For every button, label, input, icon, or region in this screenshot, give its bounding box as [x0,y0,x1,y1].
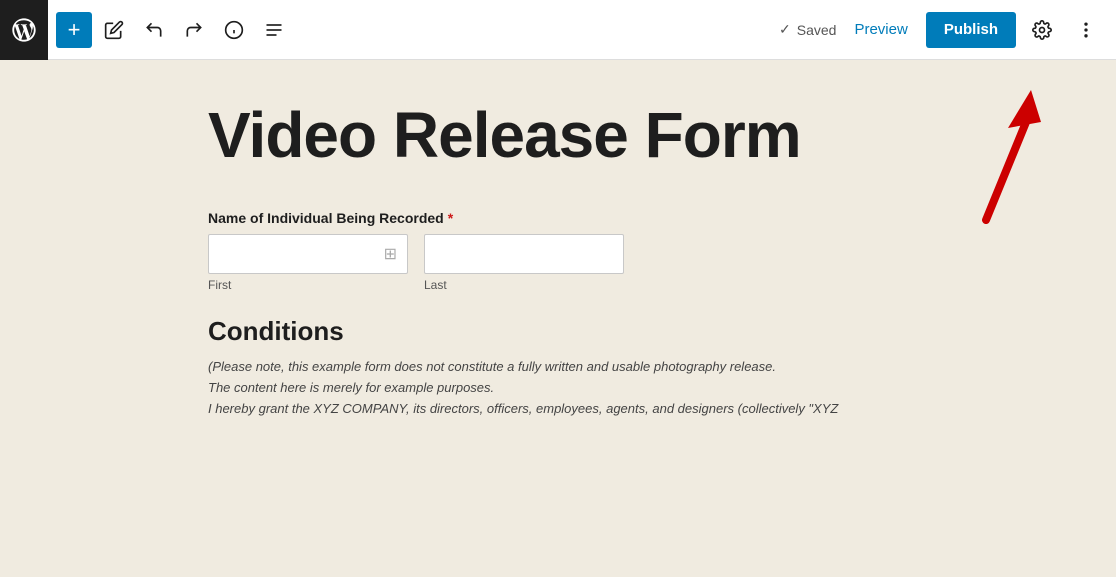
name-field-section: Name of Individual Being Recorded * ⊞ Fi… [208,210,908,292]
input-icon: ⊞ [384,244,397,264]
preview-button[interactable]: Preview [844,15,917,44]
page-title: Video Release Form [208,100,908,170]
saved-checkmark: ✓ [779,21,791,38]
main-content: Video Release Form Name of Individual Be… [0,60,1116,577]
undo-button[interactable] [136,12,172,48]
first-name-wrap: ⊞ First [208,234,408,292]
toolbar-left: + [56,12,779,48]
required-star: * [448,210,453,226]
wp-logo[interactable] [0,0,48,60]
conditions-line3: I hereby grant the XYZ COMPANY, its dire… [208,399,908,420]
redo-button[interactable] [176,12,212,48]
conditions-line1: (Please note, this example form does not… [208,357,908,378]
info-icon [224,20,244,40]
structure-button[interactable] [256,12,292,48]
first-label: First [208,278,408,292]
list-icon [264,20,284,40]
wordpress-icon [10,16,38,44]
name-field-label: Name of Individual Being Recorded * [208,210,908,226]
annotation-arrow [936,80,1056,240]
conditions-section: Conditions (Please note, this example fo… [208,316,908,419]
publish-button[interactable]: Publish [926,12,1016,48]
pencil-icon [104,20,124,40]
info-button[interactable] [216,12,252,48]
add-block-button[interactable]: + [56,12,92,48]
first-name-input[interactable]: ⊞ [208,234,408,274]
more-vertical-icon [1076,20,1096,40]
edit-button[interactable] [96,12,132,48]
toolbar-right: ✓ Saved Preview Publish [779,12,1104,48]
last-label: Last [424,278,624,292]
name-fields-container: ⊞ First Last [208,234,908,292]
redo-icon [184,20,204,40]
conditions-heading: Conditions [208,316,908,347]
conditions-text: (Please note, this example form does not… [208,357,908,419]
toolbar: + [0,0,1116,60]
more-options-button[interactable] [1068,12,1104,48]
undo-icon [144,20,164,40]
saved-status: ✓ Saved [779,21,836,38]
last-name-input[interactable] [424,234,624,274]
saved-label: Saved [797,22,837,38]
page-container: Video Release Form Name of Individual Be… [208,100,908,444]
gear-icon [1032,20,1052,40]
last-name-wrap: Last [424,234,624,292]
settings-button[interactable] [1024,12,1060,48]
conditions-line2: The content here is merely for example p… [208,378,908,399]
